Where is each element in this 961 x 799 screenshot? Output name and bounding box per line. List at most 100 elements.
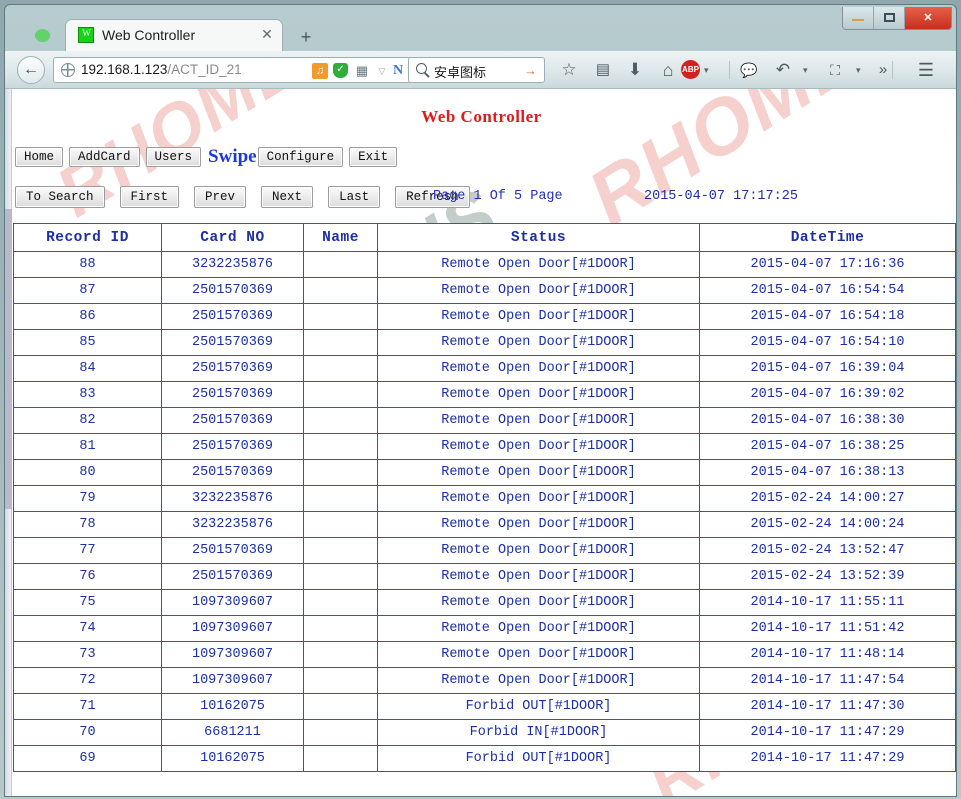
- music-icon[interactable]: ♫: [312, 63, 328, 79]
- table-row[interactable]: 783232235876Remote Open Door[#1DOOR]2015…: [14, 512, 955, 537]
- table-row[interactable]: 812501570369Remote Open Door[#1DOOR]2015…: [14, 434, 955, 459]
- cell-status: Remote Open Door[#1DOOR]: [378, 408, 699, 433]
- table-row[interactable]: 7110162075Forbid OUT[#1DOOR]2014-10-17 1…: [14, 694, 955, 719]
- cell-card-no: 1097309607: [162, 616, 303, 641]
- tab-close-icon[interactable]: ✕: [260, 27, 274, 41]
- cell-card-no: 3232235876: [162, 512, 303, 537]
- back-button[interactable]: ←: [17, 56, 45, 84]
- close-button[interactable]: ✕: [905, 7, 951, 29]
- cell-datetime: 2014-10-17 11:55:11: [700, 590, 955, 615]
- adblock-chevron-down-icon[interactable]: ▾: [704, 65, 709, 76]
- undo-icon[interactable]: ↶: [771, 59, 795, 81]
- search-go-icon[interactable]: →: [524, 63, 537, 78]
- cell-card-no: 3232235876: [162, 252, 303, 277]
- browser-window: W Web Controller ✕ + ✕ ← 192.168.1.123/A…: [0, 0, 961, 799]
- qr-code-icon[interactable]: ▦: [354, 63, 370, 79]
- table-row[interactable]: 731097309607Remote Open Door[#1DOOR]2014…: [14, 642, 955, 667]
- crop-icon[interactable]: ⛶: [823, 59, 847, 81]
- table-row[interactable]: 706681211Forbid IN[#1DOOR]2014-10-17 11:…: [14, 720, 955, 745]
- nav-button-exit[interactable]: Exit: [349, 147, 397, 167]
- cell-record-id: 84: [14, 356, 161, 381]
- cell-status: Remote Open Door[#1DOOR]: [378, 382, 699, 407]
- toolbar-separator: [729, 61, 730, 79]
- cell-card-no: 2501570369: [162, 304, 303, 329]
- cell-datetime: 2015-04-07 17:16:36: [700, 252, 955, 277]
- pagination-button-prev[interactable]: Prev: [194, 186, 246, 208]
- table-row[interactable]: 832501570369Remote Open Door[#1DOOR]2015…: [14, 382, 955, 407]
- table-row[interactable]: 772501570369Remote Open Door[#1DOOR]2015…: [14, 538, 955, 563]
- cell-name: [304, 642, 377, 667]
- pagination-nav: To SearchFirstPrevNextLastRefresh: [15, 185, 485, 209]
- cell-datetime: 2014-10-17 11:47:30: [700, 694, 955, 719]
- adblock-icon[interactable]: ABP: [681, 60, 700, 79]
- cell-status: Remote Open Door[#1DOOR]: [378, 512, 699, 537]
- toolbar-separator: [892, 61, 893, 79]
- url-host: 192.168.1.123: [81, 62, 167, 77]
- menu-icon[interactable]: ☰: [913, 59, 939, 81]
- nav-button-configure[interactable]: Configure: [258, 147, 344, 167]
- table-row[interactable]: 793232235876Remote Open Door[#1DOOR]2015…: [14, 486, 955, 511]
- crop-chevron-down-icon[interactable]: ▾: [856, 65, 861, 76]
- cell-status: Remote Open Door[#1DOOR]: [378, 460, 699, 485]
- table-row[interactable]: 872501570369Remote Open Door[#1DOOR]2015…: [14, 278, 955, 303]
- column-header-status: Status: [378, 224, 699, 251]
- cell-card-no: 2501570369: [162, 408, 303, 433]
- cell-card-no: 2501570369: [162, 330, 303, 355]
- home-icon[interactable]: ⌂: [656, 59, 680, 81]
- cell-record-id: 86: [14, 304, 161, 329]
- cell-record-id: 80: [14, 460, 161, 485]
- table-header-row: Record IDCard NONameStatusDateTime: [14, 224, 955, 251]
- table-row[interactable]: 842501570369Remote Open Door[#1DOOR]2015…: [14, 356, 955, 381]
- nav-button-home[interactable]: Home: [15, 147, 63, 167]
- cell-status: Remote Open Door[#1DOOR]: [378, 668, 699, 693]
- table-row[interactable]: 6910162075Forbid OUT[#1DOOR]2014-10-17 1…: [14, 746, 955, 771]
- new-tab-button[interactable]: +: [293, 25, 319, 51]
- cell-name: [304, 590, 377, 615]
- table-row[interactable]: 762501570369Remote Open Door[#1DOOR]2015…: [14, 564, 955, 589]
- cell-card-no: 2501570369: [162, 356, 303, 381]
- cell-record-id: 74: [14, 616, 161, 641]
- bookmark-star-icon[interactable]: ☆: [557, 59, 581, 81]
- page-scrollbar[interactable]: [5, 89, 12, 797]
- maximize-button[interactable]: [874, 7, 905, 29]
- address-bar[interactable]: 192.168.1.123/ACT_ID_21 ♫ ✓ ▦ ▽ N 高速 ⟳: [53, 57, 428, 83]
- table-row[interactable]: 802501570369Remote Open Door[#1DOOR]2015…: [14, 460, 955, 485]
- table-row[interactable]: 862501570369Remote Open Door[#1DOOR]2015…: [14, 304, 955, 329]
- table-row[interactable]: 883232235876Remote Open Door[#1DOOR]2015…: [14, 252, 955, 277]
- cell-name: [304, 668, 377, 693]
- cell-name: [304, 720, 377, 745]
- browser-tab[interactable]: W Web Controller ✕: [65, 19, 283, 51]
- undo-chevron-down-icon[interactable]: ▾: [803, 65, 808, 76]
- cell-record-id: 88: [14, 252, 161, 277]
- speed-n-icon[interactable]: N: [390, 63, 406, 79]
- minimize-button[interactable]: [843, 7, 874, 29]
- table-row[interactable]: 741097309607Remote Open Door[#1DOOR]2014…: [14, 616, 955, 641]
- comment-icon[interactable]: 💬: [737, 59, 761, 81]
- cell-status: Forbid OUT[#1DOOR]: [378, 694, 699, 719]
- download-icon[interactable]: ⬇: [623, 59, 647, 81]
- nav-button-users[interactable]: Users: [146, 147, 202, 167]
- cell-name: [304, 694, 377, 719]
- pagination-button-last[interactable]: Last: [328, 186, 380, 208]
- search-input-value[interactable]: 安卓图标: [434, 62, 486, 81]
- table-row[interactable]: 822501570369Remote Open Door[#1DOOR]2015…: [14, 408, 955, 433]
- pagination-button-first[interactable]: First: [120, 186, 180, 208]
- cell-record-id: 72: [14, 668, 161, 693]
- chevron-down-icon[interactable]: ▽: [374, 63, 390, 79]
- nav-button-addcard[interactable]: AddCard: [69, 147, 140, 167]
- cell-datetime: 2015-04-07 16:38:30: [700, 408, 955, 433]
- search-box[interactable]: 安卓图标 →: [408, 57, 545, 83]
- table-body: 883232235876Remote Open Door[#1DOOR]2015…: [14, 252, 955, 771]
- reading-list-icon[interactable]: ▤: [591, 59, 615, 81]
- cell-name: [304, 512, 377, 537]
- shield-icon[interactable]: ✓: [333, 63, 349, 79]
- scrollbar-thumb[interactable]: [5, 209, 12, 509]
- table-row[interactable]: 721097309607Remote Open Door[#1DOOR]2014…: [14, 668, 955, 693]
- cell-name: [304, 746, 377, 771]
- nav-current-swipe: Swipe: [208, 146, 257, 168]
- table-row[interactable]: 751097309607Remote Open Door[#1DOOR]2014…: [14, 590, 955, 615]
- pagination-button-next[interactable]: Next: [261, 186, 313, 208]
- table-row[interactable]: 852501570369Remote Open Door[#1DOOR]2015…: [14, 330, 955, 355]
- pagination-button-to-search[interactable]: To Search: [15, 186, 105, 208]
- cell-status: Remote Open Door[#1DOOR]: [378, 590, 699, 615]
